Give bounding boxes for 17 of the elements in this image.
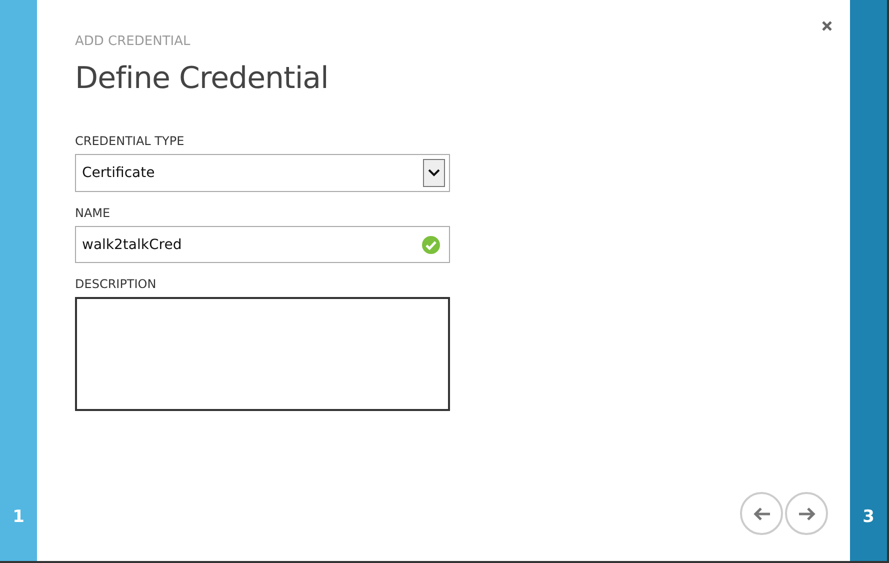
right-arrow-icon xyxy=(798,506,816,520)
left-arrow-icon xyxy=(752,506,770,520)
close-icon xyxy=(822,21,832,31)
field-label: DESCRIPTION xyxy=(75,277,158,291)
next-button[interactable] xyxy=(785,492,828,535)
field-label: NAME xyxy=(75,206,112,220)
dropdown[interactable]: Certificate xyxy=(75,154,450,192)
input-field[interactable]: walk2talkCred xyxy=(75,226,450,263)
back-button[interactable] xyxy=(740,492,783,535)
step-panel[interactable]: 3 xyxy=(850,0,887,561)
step-number: 3 xyxy=(862,507,874,527)
field-label: CREDENTIAL TYPE xyxy=(75,134,186,148)
dialog-title: Define Credential xyxy=(75,61,330,96)
close-button[interactable] xyxy=(822,21,832,31)
dialog-subtitle: ADD CREDENTIAL xyxy=(75,34,190,49)
step-number: 1 xyxy=(12,507,24,527)
description-field[interactable] xyxy=(75,297,450,411)
